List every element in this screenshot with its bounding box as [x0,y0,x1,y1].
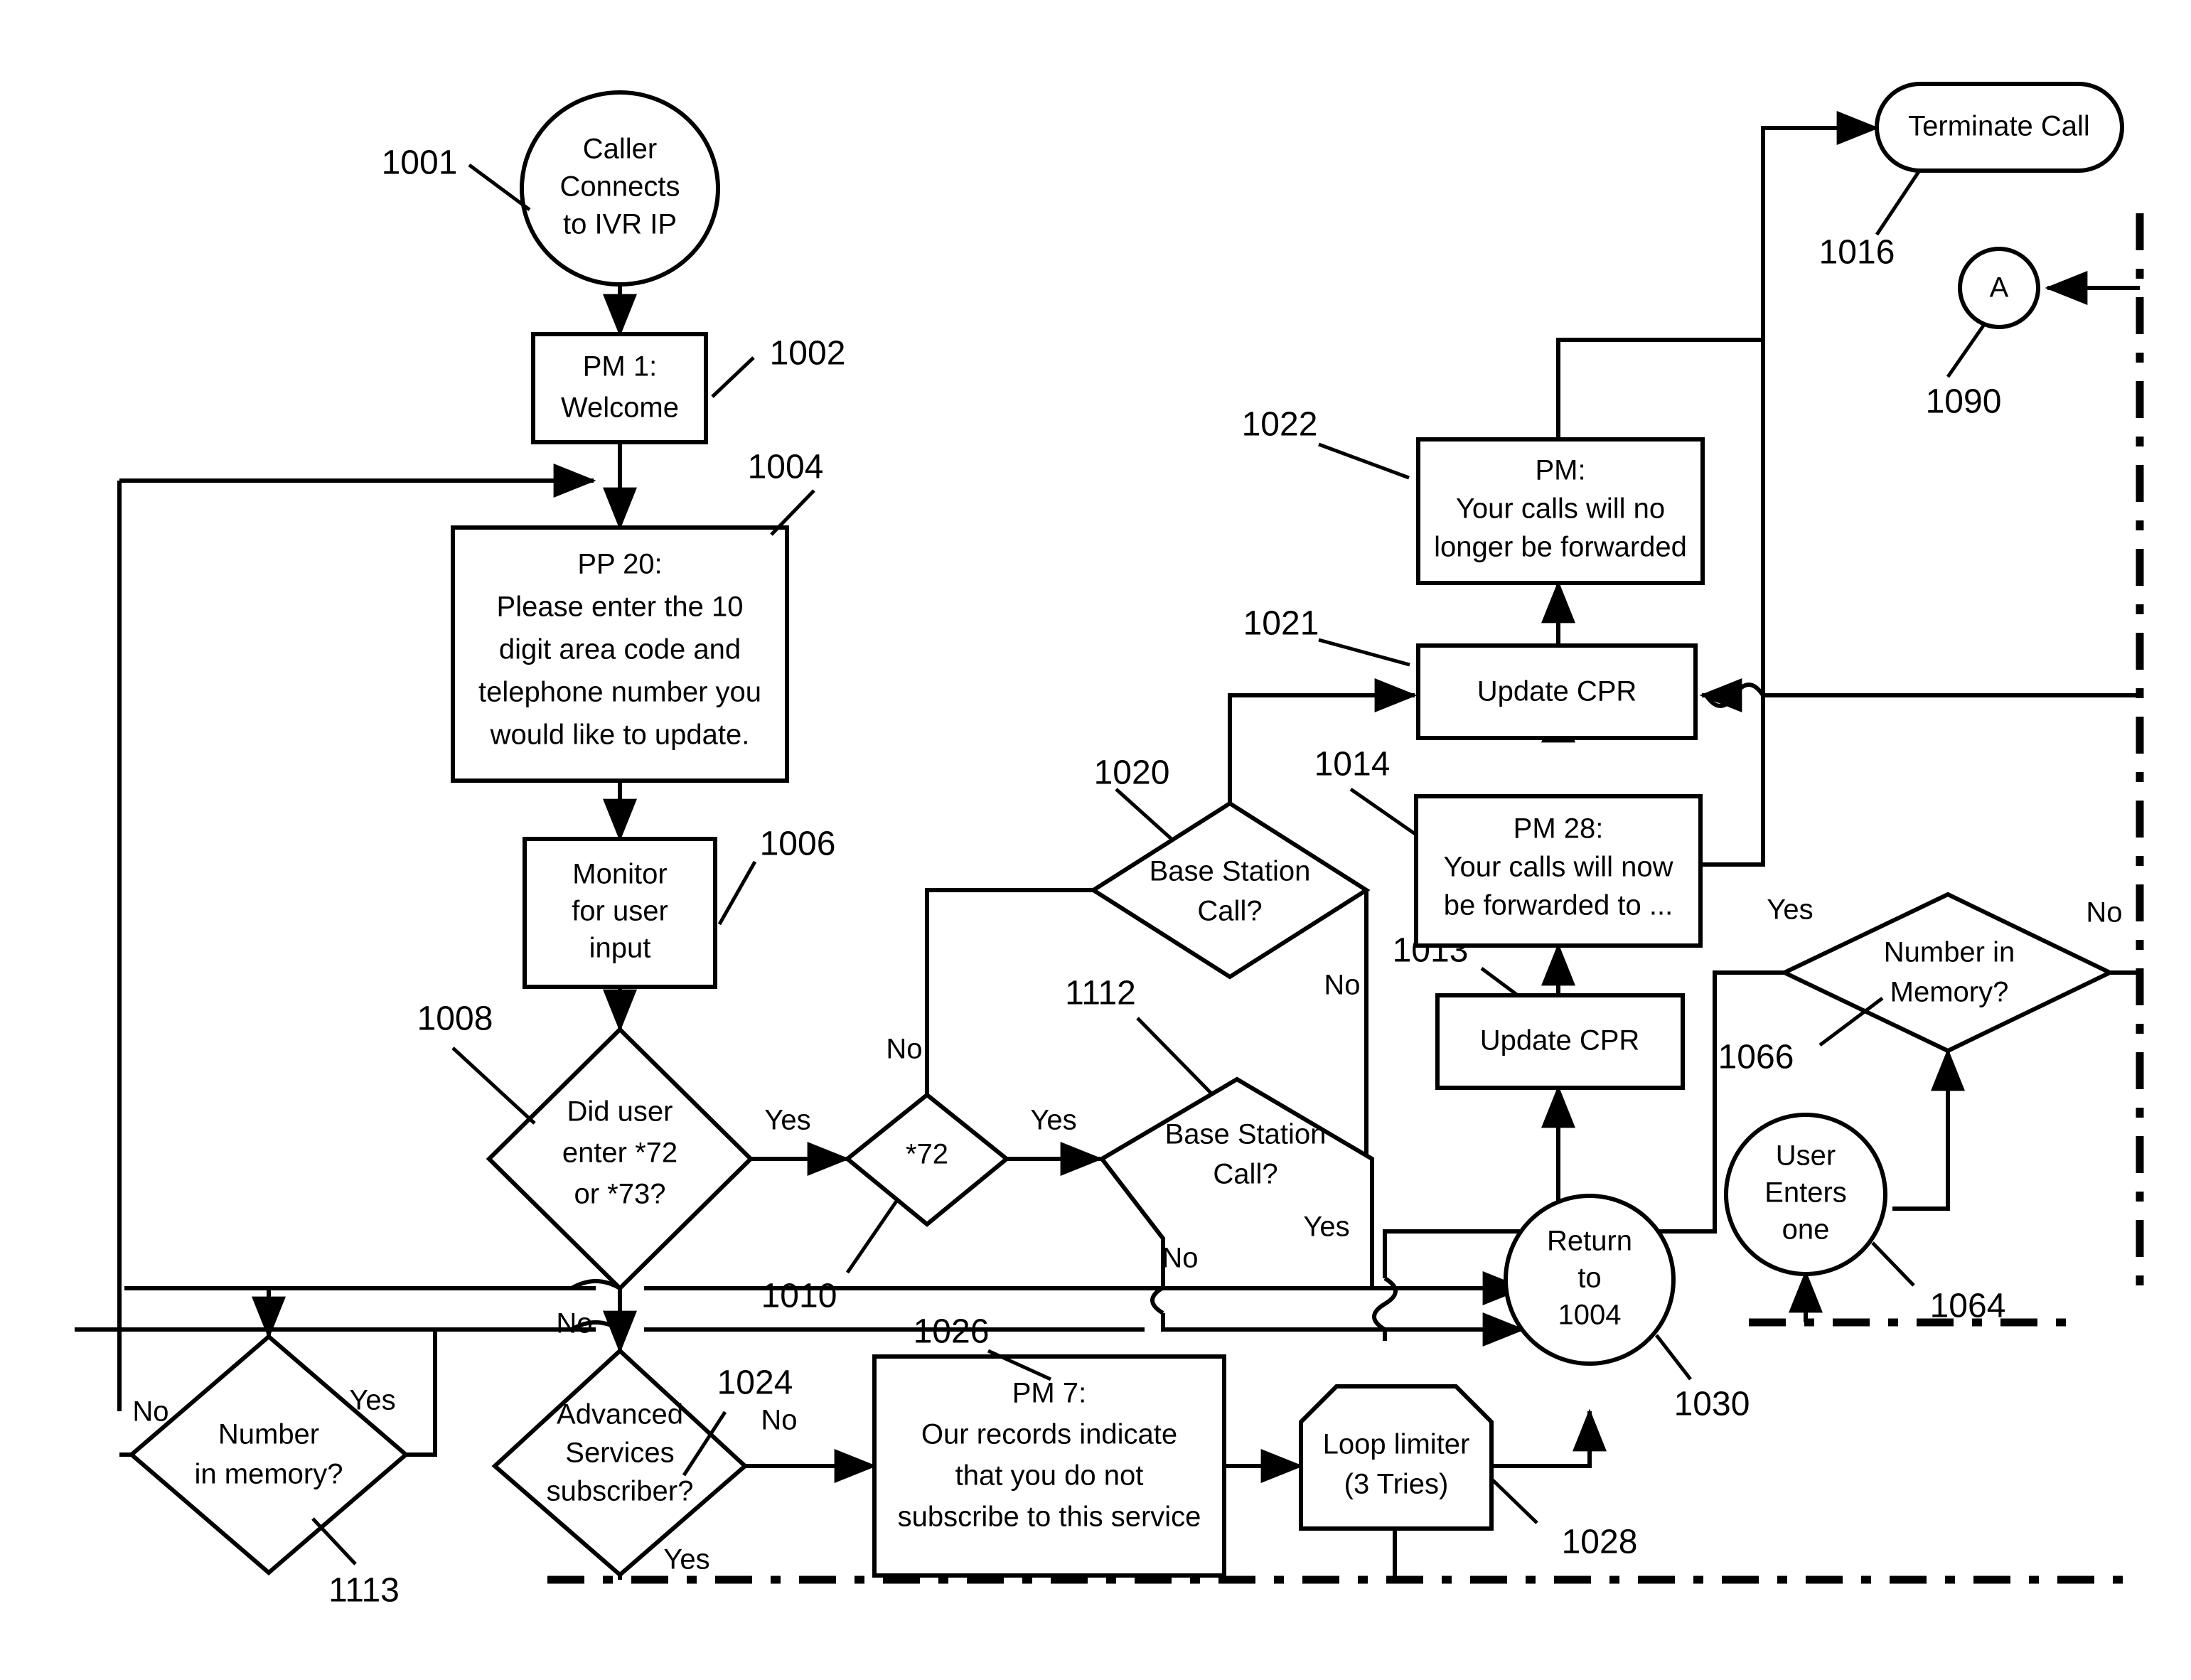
node-1022-line-0: PM: [1535,455,1585,486]
node-1024-line-0: Advanced [557,1399,683,1430]
node-terminate-call[interactable]: Terminate Call [1875,82,2124,173]
node-1064-line-2: one [1782,1214,1830,1246]
ref-1066: 1066 [1718,1039,1794,1076]
node-1026-line-0: PM 7: [1012,1378,1086,1409]
node-1020-line-0: Base Station [1150,856,1311,887]
node-1008-line-2: or *73? [574,1179,666,1210]
label-1008-yes: Yes [764,1105,810,1136]
node-1028-line-1: (3 Tries) [1344,1469,1449,1500]
node-1024-line-1: Services [565,1438,674,1469]
ref-1024: 1024 [717,1364,793,1402]
node-1014-line-0: PM 28: [1514,813,1604,845]
label-1112-yes: Yes [1303,1211,1349,1243]
node-1026-line-3: subscribe to this service [898,1502,1201,1533]
node-1004-line-0: PP 20: [577,549,662,580]
node-1004-line-4: would like to update. [490,719,750,751]
node-caller-connects[interactable]: Caller Connects to IVR IP [520,90,720,287]
node-user-enters-one[interactable]: User Enters one [1724,1113,1887,1276]
ref-1004: 1004 [748,449,824,486]
node-1090-line-0: A [1990,272,2009,304]
ref-1010: 1010 [761,1278,837,1315]
node-1008-line-0: Did user [567,1096,673,1128]
node-return-to-1004[interactable]: Return to 1004 [1504,1194,1676,1366]
node-1066-line-1: Memory? [1890,977,2009,1008]
ref-1030: 1030 [1674,1386,1750,1423]
label-1112-no: No [1162,1243,1198,1274]
ref-1001: 1001 [382,144,458,182]
ref-1090: 1090 [1926,383,2002,421]
node-loop-limiter[interactable]: Loop limiter (3 Tries) [1299,1384,1494,1531]
label-1010-yes: Yes [1030,1105,1076,1136]
node-1028-line-0: Loop limiter [1323,1429,1470,1460]
ref-1113: 1113 [328,1572,400,1610]
node-1112-line-0: Base Station [1165,1119,1327,1150]
label-1024-yes: Yes [663,1544,709,1575]
ref-1020: 1020 [1094,754,1170,792]
ref-1028: 1028 [1562,1524,1638,1561]
node-1066-line-0: Number in [1884,937,2015,968]
node-1006-line-1: for user [572,896,668,927]
node-1001-line-0: Caller [583,134,657,165]
node-1030-line-2: 1004 [1558,1300,1622,1331]
node-1016-line-0: Terminate Call [1908,111,2090,142]
node-1006-line-0: Monitor [572,859,667,890]
node-pm28-forwarded-to[interactable]: PM 28: Your calls will now be forwarded … [1414,794,1703,948]
node-1004-line-2: digit area code and [499,634,741,665]
ref-1016: 1016 [1819,234,1895,272]
ref-1026: 1026 [914,1313,990,1351]
ref-1064: 1064 [1930,1288,2006,1325]
node-1010-line-0: *72 [906,1139,948,1170]
node-1004-line-3: telephone number you [478,677,761,708]
node-1006-line-2: input [589,933,651,964]
label-1113-yes: Yes [349,1385,395,1416]
node-pp20-prompt[interactable]: PP 20: Please enter the 10 digit area co… [451,525,789,783]
label-1008-no: No [556,1308,592,1339]
node-1013-line-0: Update CPR [1480,1025,1640,1056]
node-pm1-welcome[interactable]: PM 1: Welcome [531,332,708,444]
node-pm7-not-subscribed[interactable]: PM 7: Our records indicate that you do n… [872,1354,1226,1578]
ref-1002: 1002 [770,335,846,373]
node-1004-line-1: Please enter the 10 [497,592,744,623]
node-1022-line-1: Your calls will no [1456,493,1665,525]
node-1014-line-1: Your calls will now [1443,852,1673,883]
ref-1006: 1006 [760,825,836,863]
node-1113-line-1: in memory? [195,1459,343,1490]
node-connector-a[interactable]: A [1958,247,2040,329]
node-1026-line-2: that you do not [955,1460,1144,1492]
node-monitor-user-input[interactable]: Monitor for user input [523,837,717,989]
node-1112-line-1: Call? [1213,1159,1277,1190]
node-1014-line-2: be forwarded to ... [1444,890,1673,921]
label-1010-no: No [886,1034,922,1065]
node-pm-no-longer-forwarded[interactable]: PM: Your calls will no longer be forward… [1416,437,1705,585]
node-1002-line-0: PM 1: [583,351,657,382]
node-update-cpr-lower[interactable]: Update CPR [1435,993,1685,1090]
ref-1022: 1022 [1242,406,1318,444]
node-1113-line-0: Number [218,1419,319,1450]
ref-1112: 1112 [1065,975,1136,1012]
node-1008-line-1: enter *72 [562,1138,677,1169]
node-1024-line-2: subscriber? [547,1476,694,1507]
label-1066-no: No [2086,897,2122,929]
node-1002-line-1: Welcome [561,392,679,424]
label-1113-no: No [132,1396,168,1428]
node-update-cpr-upper[interactable]: Update CPR [1416,643,1698,740]
node-1064-line-1: Enters [1764,1177,1847,1209]
node-1030-line-1: to [1577,1263,1601,1294]
ref-1021: 1021 [1243,605,1319,643]
node-1022-line-2: longer be forwarded [1434,532,1687,563]
label-1066-yes: Yes [1767,894,1813,926]
label-1020-no: No [1324,970,1360,1001]
node-1021-line-0: Update CPR [1477,676,1637,707]
node-1030-line-0: Return [1547,1226,1632,1257]
flowchart-diagram: Caller Connects to IVR IP 1001 PM 1: Wel… [0,0,2191,1680]
label-1024-no: No [761,1405,797,1436]
ref-1014: 1014 [1314,746,1391,783]
node-1020-line-1: Call? [1197,896,1262,927]
ref-1008: 1008 [417,1000,493,1038]
node-1026-line-1: Our records indicate [921,1419,1177,1450]
node-1001-line-2: to IVR IP [563,209,677,240]
node-1064-line-0: User [1776,1140,1836,1172]
node-1001-line-1: Connects [560,171,680,203]
